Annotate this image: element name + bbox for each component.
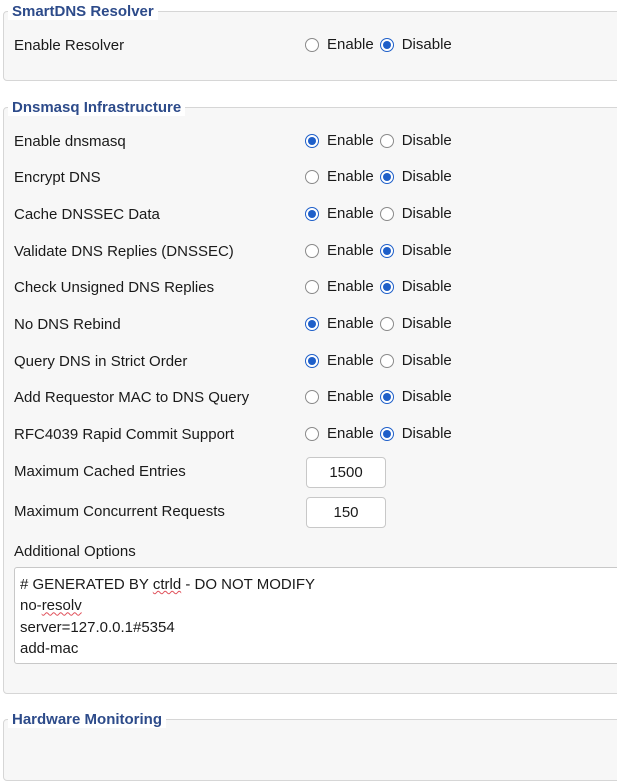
enable-resolver-radios: Enable Disable <box>305 36 458 53</box>
max-concurrent-input[interactable]: 150 <box>306 497 386 528</box>
query-dns-in-strict-order-disable-label[interactable]: Disable <box>402 352 452 369</box>
textarea-line-1: # GENERATED BY ctrld - DO NOT MODIFY <box>20 574 617 595</box>
rfc4039-rapid-commit-support-enable-radio[interactable] <box>305 426 319 441</box>
textarea-line-4: add-mac <box>20 639 79 657</box>
check-unsigned-dns-replies-radios: Enable Disable <box>305 278 458 295</box>
textarea-line-3: server=127.0.0.1#5354 <box>20 618 175 636</box>
no-dns-rebind-enable-label[interactable]: Enable <box>327 315 374 332</box>
spellcheck-word-ctrld: ctrld <box>152 576 182 593</box>
validate-dns-replies-dnssec-disable-radio[interactable] <box>379 243 394 258</box>
validate-dns-replies-dnssec-enable-label[interactable]: Enable <box>327 242 374 259</box>
check-unsigned-dns-replies-disable-radio[interactable] <box>379 279 394 294</box>
add-requestor-mac-to-dns-query-enable-label[interactable]: Enable <box>327 388 374 405</box>
enable-dnsmasq-enable-radio[interactable] <box>305 133 319 148</box>
add-requestor-mac-to-dns-query-label: Add Requestor MAC to DNS Query <box>14 389 250 406</box>
cache-dnssec-data-label: Cache DNSSEC Data <box>14 206 160 223</box>
check-unsigned-dns-replies-enable-label[interactable]: Enable <box>327 278 374 295</box>
enable-resolver-enable-radio[interactable] <box>305 37 319 52</box>
enable-resolver-enable-label[interactable]: Enable <box>327 36 374 53</box>
max-cached-label: Maximum Cached Entries <box>14 463 186 480</box>
query-dns-in-strict-order-label: Query DNS in Strict Order <box>14 353 188 370</box>
additional-options-label: Additional Options <box>14 543 136 560</box>
check-unsigned-dns-replies-disable-label[interactable]: Disable <box>402 278 452 295</box>
validate-dns-replies-dnssec-enable-radio[interactable] <box>305 243 319 258</box>
query-dns-in-strict-order-enable-radio[interactable] <box>305 353 319 368</box>
enable-dnsmasq-disable-label[interactable]: Disable <box>402 132 452 149</box>
no-dns-rebind-enable-radio[interactable] <box>305 316 319 331</box>
rfc4039-rapid-commit-support-radios: Enable Disable <box>305 425 458 442</box>
encrypt-dns-radios: Enable Disable <box>305 168 458 185</box>
query-dns-in-strict-order-disable-radio[interactable] <box>379 353 394 368</box>
line1-prefix: # GENERATED BY <box>20 576 153 593</box>
add-requestor-mac-to-dns-query-disable-label[interactable]: Disable <box>402 388 452 405</box>
rfc4039-rapid-commit-support-disable-label[interactable]: Disable <box>402 425 452 442</box>
no-dns-rebind-disable-radio[interactable] <box>379 316 394 331</box>
no-dns-rebind-label: No DNS Rebind <box>14 316 121 333</box>
enable-dnsmasq-enable-label[interactable]: Enable <box>327 132 374 149</box>
max-concurrent-label: Maximum Concurrent Requests <box>14 503 225 520</box>
enable-resolver-disable-radio[interactable] <box>379 37 394 52</box>
spellcheck-word-resolv: resolv <box>41 597 82 615</box>
additional-options-textarea[interactable]: # GENERATED BY ctrld - DO NOT MODIFY no-… <box>14 567 617 664</box>
enable-dnsmasq-radios: Enable Disable <box>305 132 458 149</box>
enable-dnsmasq-disable-radio[interactable] <box>379 133 394 148</box>
enable-dnsmasq-label: Enable dnsmasq <box>14 133 126 150</box>
validate-dns-replies-dnssec-radios: Enable Disable <box>305 242 458 259</box>
encrypt-dns-enable-label[interactable]: Enable <box>327 168 374 185</box>
cache-dnssec-data-disable-radio[interactable] <box>379 206 394 221</box>
cache-dnssec-data-enable-radio[interactable] <box>305 206 319 221</box>
add-requestor-mac-to-dns-query-enable-radio[interactable] <box>305 389 319 404</box>
add-requestor-mac-to-dns-query-radios: Enable Disable <box>305 388 458 405</box>
encrypt-dns-disable-radio[interactable] <box>379 169 394 184</box>
encrypt-dns-disable-label[interactable]: Disable <box>402 168 452 185</box>
encrypt-dns-enable-radio[interactable] <box>305 169 319 184</box>
textarea-line-5: add-subnet <box>20 659 617 663</box>
query-dns-in-strict-order-enable-label[interactable]: Enable <box>327 352 374 369</box>
rfc4039-rapid-commit-support-label: RFC4039 Rapid Commit Support <box>14 426 235 443</box>
add-requestor-mac-to-dns-query-disable-radio[interactable] <box>379 389 394 404</box>
rfc4039-rapid-commit-support-disable-radio[interactable] <box>379 426 394 441</box>
check-unsigned-dns-replies-enable-radio[interactable] <box>305 279 319 294</box>
no-dns-rebind-disable-label[interactable]: Disable <box>402 315 452 332</box>
hardware-fieldset <box>3 719 617 781</box>
query-dns-in-strict-order-radios: Enable Disable <box>305 352 458 369</box>
validate-dns-replies-dnssec-disable-label[interactable]: Disable <box>402 242 452 259</box>
cache-dnssec-data-disable-label[interactable]: Disable <box>402 205 452 222</box>
no-dns-rebind-radios: Enable Disable <box>305 315 458 332</box>
line1-suffix: - DO NOT MODIFY <box>181 576 316 593</box>
line2-prefix: no- <box>20 597 42 615</box>
smartdns-legend: SmartDNS Resolver <box>8 3 158 20</box>
cache-dnssec-data-radios: Enable Disable <box>305 205 458 222</box>
dnsmasq-legend: Dnsmasq Infrastructure <box>8 99 186 116</box>
cache-dnssec-data-enable-label[interactable]: Enable <box>327 205 374 222</box>
textarea-line-2: no-resolv <box>20 595 617 616</box>
encrypt-dns-label: Encrypt DNS <box>14 169 101 186</box>
validate-dns-replies-dnssec-label: Validate DNS Replies (DNSSEC) <box>14 243 234 260</box>
hardware-legend: Hardware Monitoring <box>8 711 167 728</box>
enable-resolver-label: Enable Resolver <box>14 37 125 54</box>
check-unsigned-dns-replies-label: Check Unsigned DNS Replies <box>14 279 215 296</box>
max-cached-input[interactable]: 1500 <box>306 457 386 488</box>
enable-resolver-disable-label[interactable]: Disable <box>402 36 452 53</box>
rfc4039-rapid-commit-support-enable-label[interactable]: Enable <box>327 425 374 442</box>
